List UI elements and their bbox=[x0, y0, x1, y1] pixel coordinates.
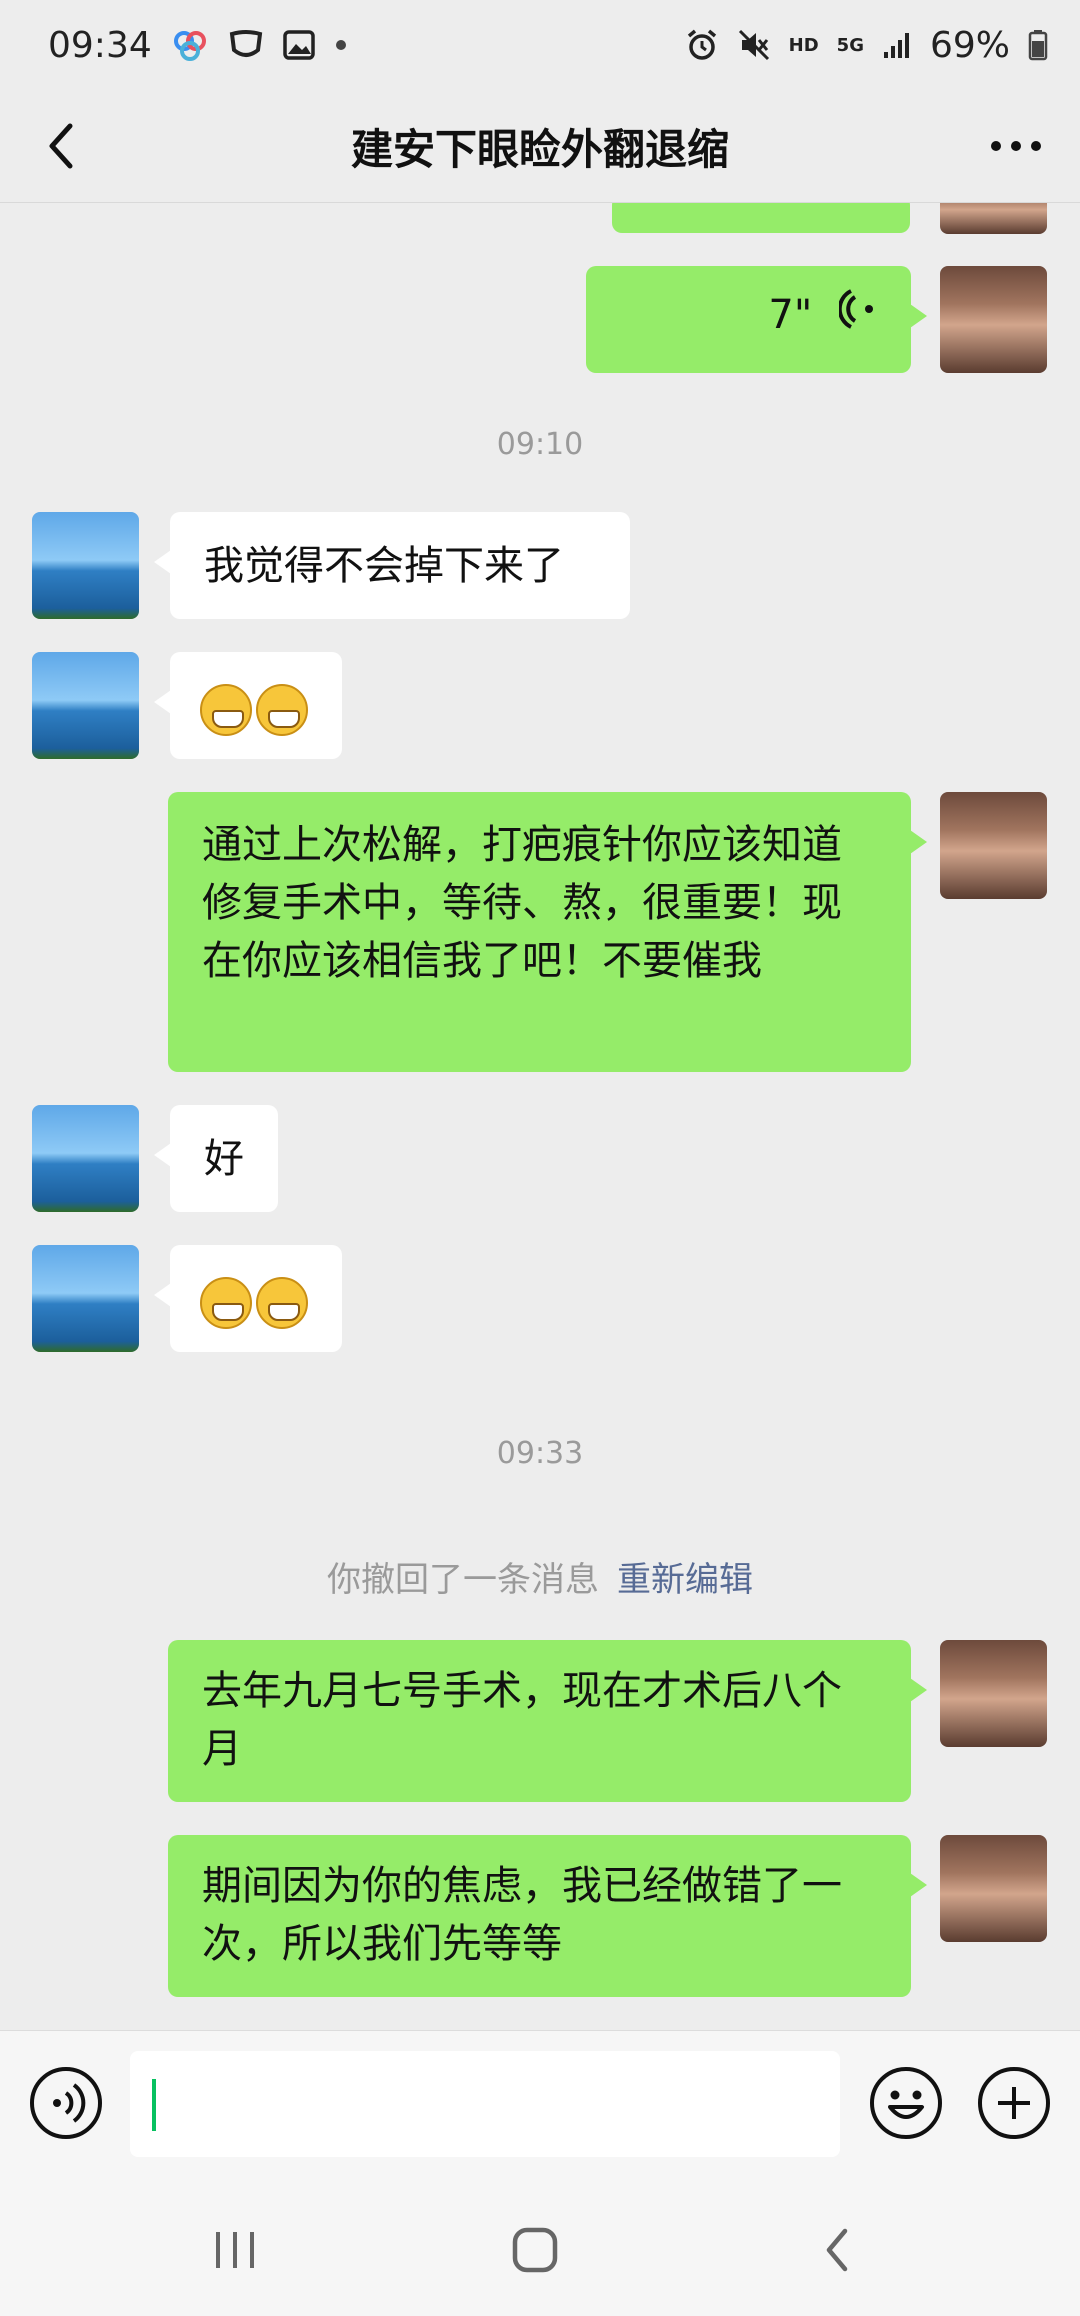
home-icon bbox=[512, 2227, 558, 2273]
system-back-icon bbox=[826, 2228, 848, 2272]
hd-indicator: HD bbox=[788, 34, 819, 56]
voice-mode-button[interactable] bbox=[28, 2065, 104, 2141]
my-avatar[interactable] bbox=[940, 1835, 1047, 1942]
app-notification-icon bbox=[170, 29, 210, 61]
emoji-icon bbox=[870, 2067, 942, 2139]
recall-notice: 你撤回了一条消息 重新编辑 bbox=[0, 1552, 1080, 1601]
dot-icon bbox=[334, 38, 348, 52]
emoji-button[interactable] bbox=[868, 2065, 944, 2141]
back-icon bbox=[49, 123, 73, 169]
voice-wave-icon bbox=[837, 287, 879, 347]
timestamp: 09:33 bbox=[496, 1436, 584, 1471]
contact-avatar[interactable] bbox=[32, 1105, 139, 1212]
recent-apps-button[interactable] bbox=[190, 2210, 280, 2290]
battery-percent: 69% bbox=[929, 24, 1010, 66]
chat-area[interactable]: 7" 09:10 我觉得不会掉下来了 通过上次松解，打疤痕针你应该知道修复手术中… bbox=[0, 0, 1080, 2030]
message-text: 我觉得不会掉下来了 bbox=[204, 543, 564, 589]
grin-emoji-icon bbox=[256, 684, 308, 736]
shield-notification-icon bbox=[228, 28, 264, 62]
mute-icon bbox=[737, 28, 771, 62]
my-avatar[interactable] bbox=[940, 1640, 1047, 1747]
title-bar: 建安下眼睑外翻退缩 bbox=[0, 90, 1080, 203]
message-bubble[interactable]: 期间因为你的焦虑，我已经做错了一次，所以我们先等等 bbox=[168, 1835, 927, 1997]
contact-avatar[interactable] bbox=[32, 652, 139, 759]
recall-text: 你撤回了一条消息 bbox=[327, 1560, 599, 1600]
network-indicator: 5G bbox=[836, 34, 864, 56]
emoji-message[interactable] bbox=[154, 1245, 342, 1352]
text-cursor bbox=[152, 2079, 156, 2131]
message-bubble[interactable]: 好 bbox=[154, 1105, 278, 1212]
timestamp: 09:10 bbox=[496, 427, 584, 462]
my-avatar[interactable] bbox=[940, 266, 1047, 373]
alarm-icon bbox=[685, 28, 719, 62]
system-nav-bar bbox=[0, 2180, 1080, 2316]
voice-message[interactable]: 7" bbox=[586, 266, 927, 373]
home-button[interactable] bbox=[490, 2210, 580, 2290]
input-bar bbox=[0, 2030, 1080, 2181]
emoji-message[interactable] bbox=[154, 652, 342, 759]
chat-title: 建安下眼睑外翻退缩 bbox=[350, 124, 729, 174]
grin-emoji-icon bbox=[200, 684, 252, 736]
message-text: 期间因为你的焦虑，我已经做错了一次，所以我们先等等 bbox=[202, 1863, 842, 1967]
re-edit-link[interactable]: 重新编辑 bbox=[617, 1560, 753, 1600]
message-bubble[interactable]: 去年九月七号手术，现在才术后八个月 bbox=[168, 1640, 927, 1802]
message-text: 通过上次松解，打疤痕针你应该知道修复手术中，等待、熬，很重要！现在你应该相信我了… bbox=[202, 822, 842, 984]
battery-icon bbox=[1028, 29, 1048, 61]
message-text: 去年九月七号手术，现在才术后八个月 bbox=[202, 1668, 842, 1772]
message-text: 好 bbox=[204, 1136, 244, 1182]
more-button[interactable] bbox=[980, 114, 1052, 178]
grin-emoji-icon bbox=[256, 1277, 308, 1329]
gallery-notification-icon bbox=[282, 29, 316, 61]
contact-avatar[interactable] bbox=[32, 1245, 139, 1352]
recent-apps-icon bbox=[216, 2232, 254, 2268]
message-input[interactable] bbox=[130, 2051, 840, 2157]
voice-duration: 7" bbox=[768, 292, 813, 338]
contact-avatar[interactable] bbox=[32, 512, 139, 619]
clock: 09:34 bbox=[48, 24, 152, 66]
message-bubble[interactable]: 通过上次松解，打疤痕针你应该知道修复手术中，等待、熬，很重要！现在你应该相信我了… bbox=[168, 792, 927, 1072]
my-avatar[interactable] bbox=[940, 792, 1047, 899]
message-bubble[interactable]: 我觉得不会掉下来了 bbox=[154, 512, 630, 619]
plus-button[interactable] bbox=[976, 2065, 1052, 2141]
voice-mode-icon bbox=[30, 2067, 102, 2139]
plus-icon bbox=[978, 2067, 1050, 2139]
more-icon bbox=[991, 141, 1041, 151]
back-button[interactable] bbox=[30, 114, 94, 178]
signal-icon bbox=[882, 30, 912, 60]
grin-emoji-icon bbox=[200, 1277, 252, 1329]
system-back-button[interactable] bbox=[792, 2210, 882, 2290]
status-bar: 09:34 HD 5G 69% bbox=[0, 0, 1080, 90]
